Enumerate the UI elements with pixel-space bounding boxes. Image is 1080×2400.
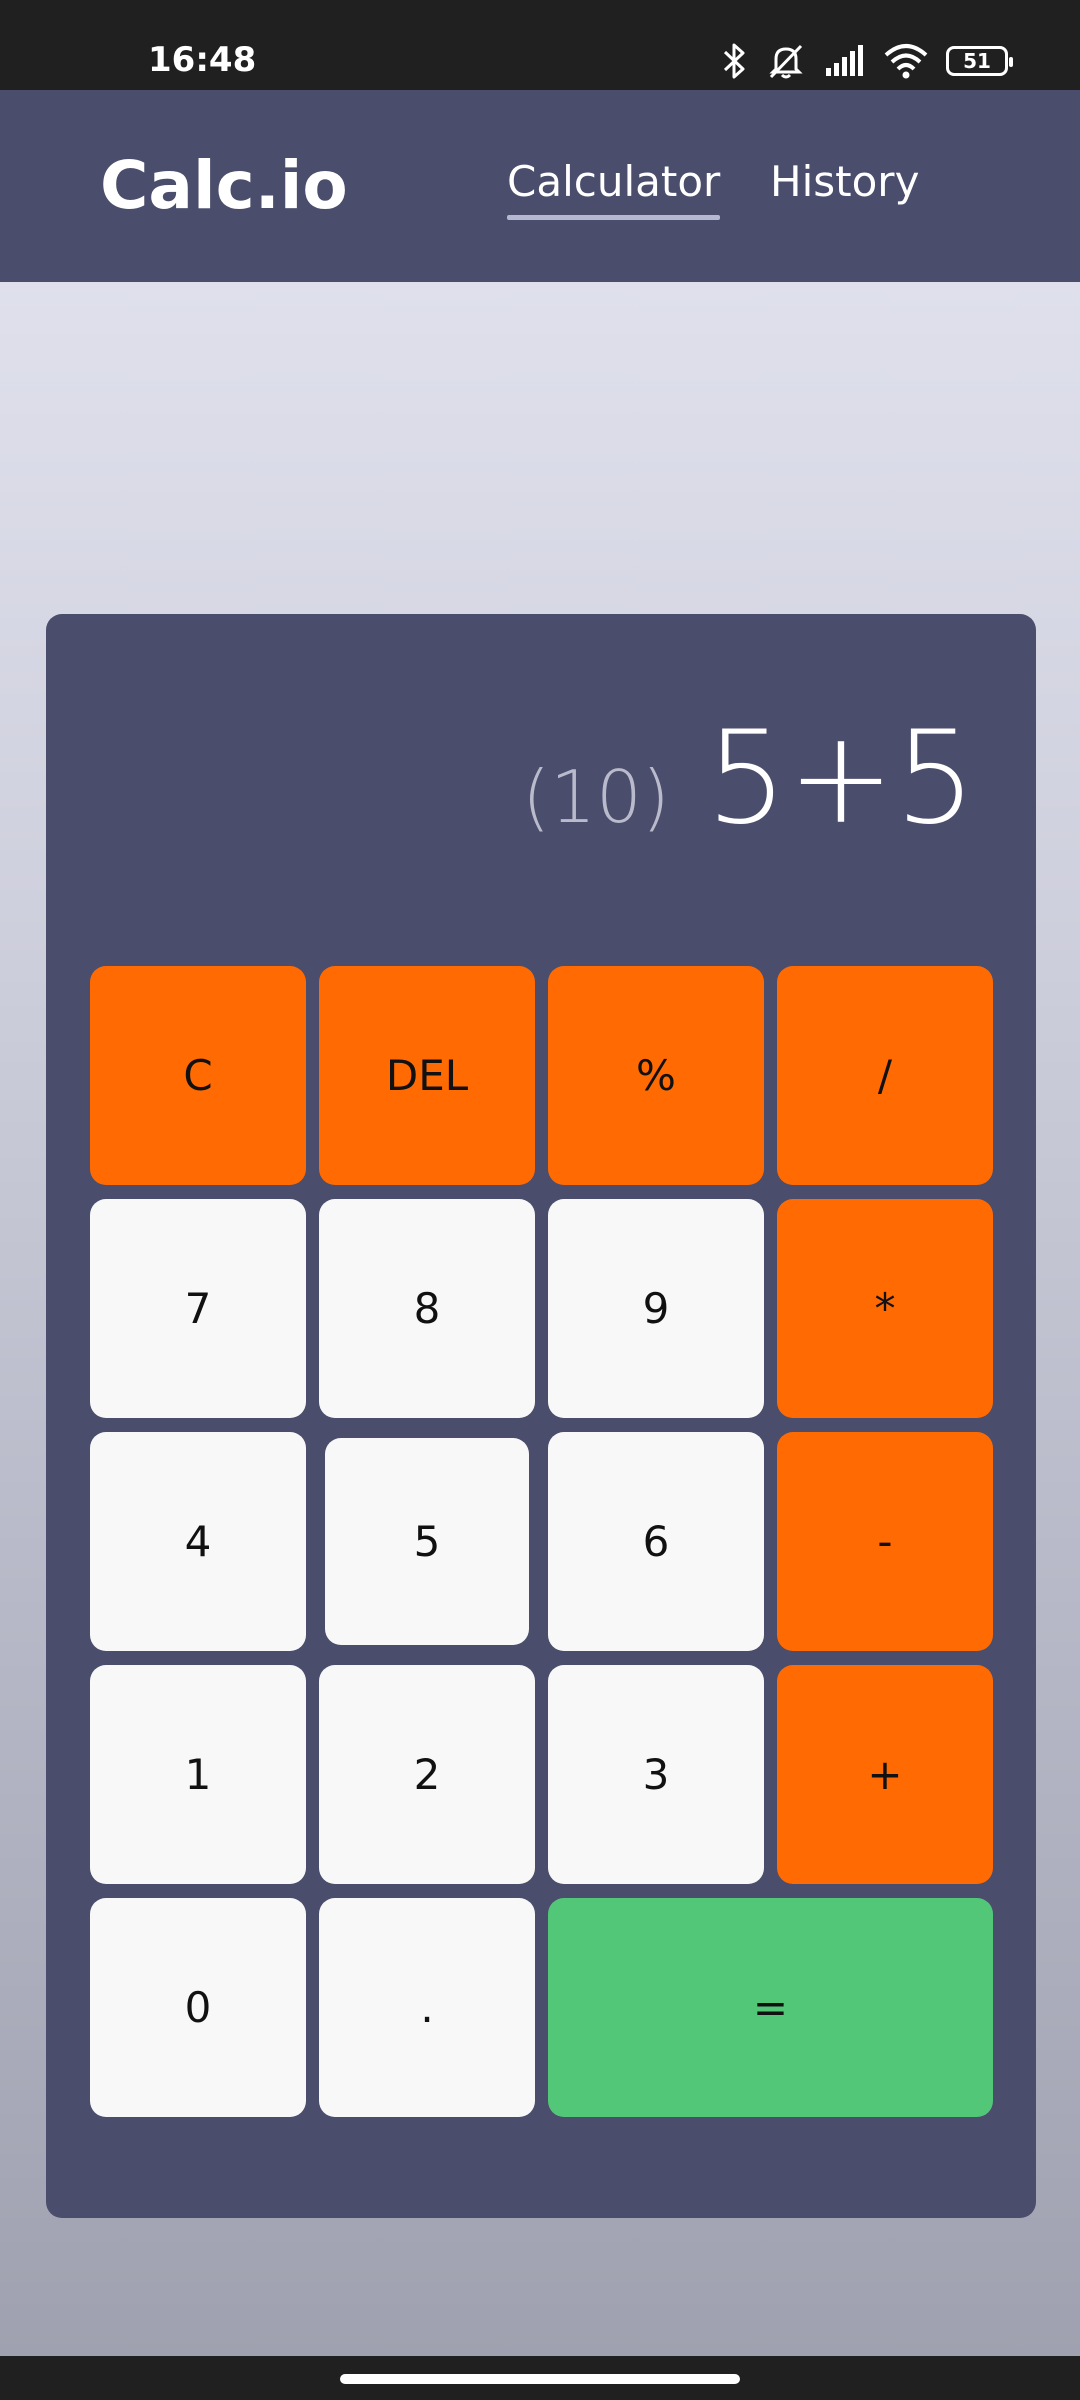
digit-0-button[interactable]: 0 bbox=[90, 1898, 306, 2117]
add-button[interactable]: + bbox=[777, 1665, 993, 1884]
digit-6-button[interactable]: 6 bbox=[548, 1432, 764, 1651]
home-indicator[interactable] bbox=[340, 2374, 740, 2384]
battery-icon: 51 bbox=[946, 46, 1013, 76]
clear-button[interactable]: C bbox=[90, 966, 306, 1185]
equals-button[interactable]: = bbox=[548, 1898, 993, 2117]
result-preview: (10) bbox=[522, 755, 670, 839]
brand-logo[interactable]: Calc.io bbox=[100, 146, 348, 226]
digit-2-button[interactable]: 2 bbox=[319, 1665, 535, 1884]
digit-8-button[interactable]: 8 bbox=[319, 1199, 535, 1418]
battery-level: 51 bbox=[963, 49, 991, 73]
digit-9-button[interactable]: 9 bbox=[548, 1199, 764, 1418]
bluetooth-icon bbox=[723, 43, 745, 79]
signal-icon bbox=[826, 45, 863, 76]
digit-4-button[interactable]: 4 bbox=[90, 1432, 306, 1651]
decimal-point-button[interactable]: . bbox=[319, 1898, 535, 2117]
delete-button[interactable]: DEL bbox=[319, 966, 535, 1185]
subtract-button[interactable]: - bbox=[777, 1432, 993, 1651]
system-navigation-bar bbox=[0, 2356, 1080, 2400]
navbar: Calc.io Calculator History bbox=[0, 90, 1080, 282]
nav-link-history[interactable]: History bbox=[770, 152, 919, 212]
percent-button[interactable]: % bbox=[548, 966, 764, 1185]
digit-5-button[interactable]: 5 bbox=[325, 1438, 529, 1645]
multiply-button[interactable]: * bbox=[777, 1199, 993, 1418]
calculator-display: (10) 5+5 bbox=[522, 704, 976, 853]
divide-button[interactable]: / bbox=[777, 966, 993, 1185]
nav-link-calculator[interactable]: Calculator bbox=[507, 152, 721, 220]
status-time: 16:48 bbox=[148, 40, 257, 80]
bell-off-icon bbox=[769, 44, 803, 79]
digit-7-button[interactable]: 7 bbox=[90, 1199, 306, 1418]
digit-1-button[interactable]: 1 bbox=[90, 1665, 306, 1884]
status-bar: 16:48 51 bbox=[0, 0, 1080, 90]
digit-3-button[interactable]: 3 bbox=[548, 1665, 764, 1884]
wifi-icon bbox=[884, 44, 928, 79]
status-icons: 51 bbox=[722, 36, 1013, 86]
main-area: (10) 5+5 C DEL % / 7 8 9 * 4 5 6 - 1 2 3… bbox=[0, 282, 1080, 2356]
calculator-panel: (10) 5+5 C DEL % / 7 8 9 * 4 5 6 - 1 2 3… bbox=[46, 614, 1036, 2218]
expression-display: 5+5 bbox=[705, 704, 976, 853]
